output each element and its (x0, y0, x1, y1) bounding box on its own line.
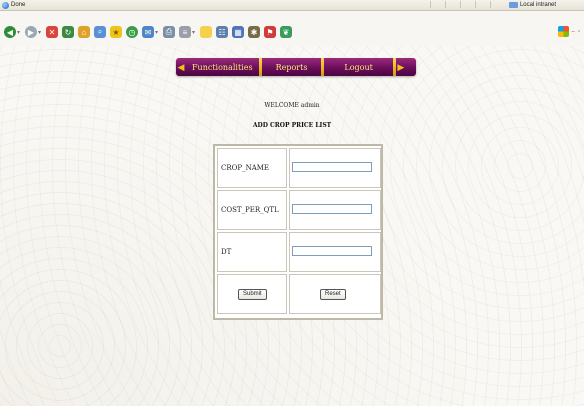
messenger-icon[interactable]: ☷ (216, 26, 228, 38)
form-row-crop-name: CROP_NAME (217, 148, 381, 188)
forward-icon[interactable]: ▶ (25, 26, 37, 38)
form-row-dt: DT (217, 232, 381, 272)
cost-per-qtl-input[interactable] (292, 204, 372, 214)
forward-dropdown-icon[interactable]: ▾ (38, 29, 42, 36)
back-dropdown-icon[interactable]: ▾ (17, 29, 21, 36)
home-icon[interactable]: ⌂ (78, 26, 90, 38)
label-cell: COST_PER_QTL (217, 190, 287, 230)
edit-dropdown-icon[interactable]: ▾ (192, 29, 196, 36)
browser-toolbar: ◀ ▾ ▶ ▾ ✕ ↻ ⌂ ⌕ ★ ◷ ✉ ▾ ⎙ ≡ ▾ ☷ ▦ ✱ ⚑ ❦ … (0, 23, 584, 41)
main-nav: ◀ Functionalities Reports Logout ▶ (176, 58, 416, 76)
research-icon[interactable]: ▦ (232, 26, 244, 38)
input-cell (289, 190, 381, 230)
security-zone[interactable]: Local intranet (508, 0, 556, 10)
toolbar-tool-icon[interactable]: ✱ (248, 26, 260, 38)
cost-per-qtl-label: COST_PER_QTL (221, 206, 279, 214)
reset-button[interactable]: Reset (320, 289, 346, 300)
nav-logout[interactable]: Logout (324, 63, 392, 72)
crop-name-input[interactable] (292, 162, 372, 172)
status-cell (475, 1, 490, 8)
welcome-text: WELCOME admin (264, 102, 320, 109)
status-cell (445, 1, 460, 8)
status-bar: Done Local intranet (0, 0, 584, 11)
intranet-zone-icon (508, 2, 518, 8)
flag-icon[interactable]: ⚑ (264, 26, 276, 38)
crop-name-label: CROP_NAME (221, 164, 270, 172)
minimize-icon[interactable]: – (572, 29, 575, 35)
ie-page-icon (2, 1, 9, 9)
nav-reports[interactable]: Reports (262, 63, 322, 72)
history-icon[interactable]: ◷ (126, 26, 138, 38)
status-cell (460, 1, 475, 8)
status-left: Done (2, 0, 25, 10)
print-icon[interactable]: ⎙ (163, 26, 175, 38)
page-content: ◀ Functionalities Reports Logout ▶ WELCO… (0, 46, 584, 406)
toolbar-right: – ▫ (557, 26, 580, 37)
folder-icon[interactable] (200, 26, 212, 38)
dt-input[interactable] (292, 246, 372, 256)
nav-functionalities[interactable]: Functionalities (186, 63, 259, 72)
search-icon[interactable]: ⌕ (94, 26, 106, 38)
favorites-icon[interactable]: ★ (110, 26, 122, 38)
input-cell (289, 232, 381, 272)
status-cell (490, 1, 505, 8)
restore-icon[interactable]: ▫ (578, 29, 580, 35)
form-row-buttons: Submit Reset (217, 274, 381, 314)
button-cell: Submit (217, 274, 287, 314)
submit-button[interactable]: Submit (238, 289, 267, 300)
status-cell (430, 1, 445, 8)
crop-price-form: CROP_NAME COST_PER_QTL DT Submit Reset (213, 144, 383, 320)
stop-icon[interactable]: ✕ (46, 26, 58, 38)
windows-logo-icon (557, 26, 569, 37)
mail-dropdown-icon[interactable]: ▾ (155, 29, 159, 36)
status-cells (430, 1, 505, 8)
form-row-cost-per-qtl: COST_PER_QTL (217, 190, 381, 230)
status-text: Done (11, 2, 26, 8)
input-cell (289, 148, 381, 188)
addon-icon[interactable]: ❦ (280, 26, 292, 38)
nav-left-cap-icon: ◀ (177, 61, 185, 72)
label-cell: CROP_NAME (217, 148, 287, 188)
mail-icon[interactable]: ✉ (142, 26, 154, 38)
button-cell: Reset (289, 274, 381, 314)
page-heading: ADD CROP PRICE LIST (252, 122, 332, 129)
dt-label: DT (221, 248, 232, 256)
label-cell: DT (217, 232, 287, 272)
edit-icon[interactable]: ≡ (179, 26, 191, 38)
nav-right-cap-icon: ▶ (397, 61, 405, 72)
back-icon[interactable]: ◀ (4, 26, 16, 38)
refresh-icon[interactable]: ↻ (62, 26, 74, 38)
zone-text: Local intranet (519, 2, 556, 8)
